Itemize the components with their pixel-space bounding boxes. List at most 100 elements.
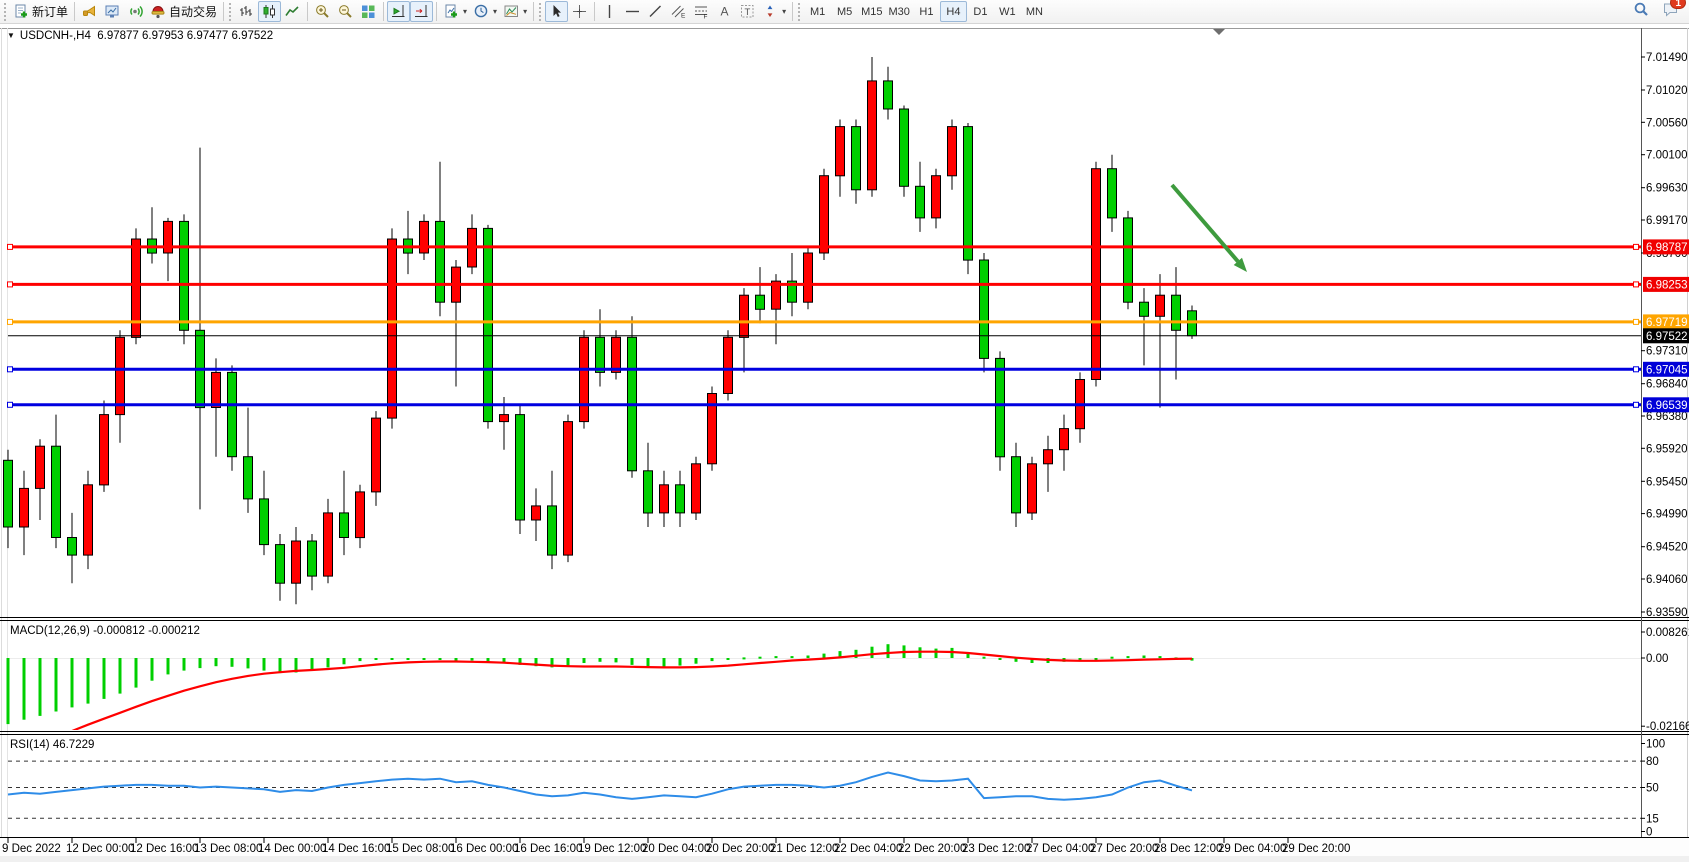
macd-tick-label: -0.02166	[1646, 721, 1689, 733]
timeframe-m1-button[interactable]: M1	[804, 1, 831, 22]
timeframe-w1-button[interactable]: W1	[994, 1, 1021, 22]
search-button[interactable]	[1633, 1, 1650, 23]
price-badge-label: 6.98253	[1646, 279, 1688, 291]
price-tick-label: 6.97310	[1646, 346, 1688, 358]
price-badge-label: 6.98787	[1646, 242, 1688, 254]
toolbar-separator	[792, 2, 793, 21]
fibonacci-tool-button[interactable]: F	[690, 1, 713, 22]
templates-button[interactable]: ▾	[500, 1, 530, 22]
tline-icon	[647, 3, 664, 20]
price-badge-label: 6.97045	[1646, 364, 1688, 376]
hline-handle[interactable]	[8, 367, 13, 372]
time-tick-label: 27 Dec 20:00	[1090, 843, 1158, 855]
time-tick-label: 27 Dec 04:00	[1026, 843, 1094, 855]
chevron-down-icon[interactable]: ▾	[782, 7, 786, 16]
toolbar-separator	[307, 2, 308, 21]
new-order-button-label: 新订单	[32, 3, 68, 20]
text-label-tool-button[interactable]: T	[736, 1, 759, 22]
trendline-tool-button[interactable]	[644, 1, 667, 22]
macd-tick-label: 0.008261	[1646, 627, 1689, 639]
toolbar-separator	[436, 2, 437, 21]
line-chart-mode-button[interactable]	[281, 1, 304, 22]
linechart-icon	[284, 3, 301, 20]
time-tick-label: 9 Dec 2022	[2, 843, 61, 855]
new-order-button[interactable]: 新订单	[10, 1, 71, 22]
signal-icon	[127, 3, 144, 20]
bars-icon	[238, 3, 255, 20]
hline-handle[interactable]	[8, 402, 13, 407]
fibo-icon: F	[693, 3, 710, 20]
hline-handle[interactable]	[8, 319, 13, 324]
time-tick-label: 23 Dec 12:00	[962, 843, 1030, 855]
hline-handle[interactable]	[1634, 402, 1639, 407]
time-tick-label: 19 Dec 12:00	[578, 843, 646, 855]
toolbar-grip[interactable]	[798, 3, 801, 21]
market-watch-button[interactable]	[78, 1, 101, 22]
bar-chart-mode-button[interactable]	[235, 1, 258, 22]
timeframe-mn-button[interactable]: MN	[1021, 1, 1048, 22]
zoom-out-button[interactable]	[334, 1, 357, 22]
cursor-tool-button[interactable]	[545, 1, 568, 22]
price-tick-label: 7.01490	[1646, 52, 1688, 64]
template-icon	[503, 3, 520, 20]
timeframe-m30-button[interactable]: M30	[886, 1, 913, 22]
timeframe-d1-button[interactable]: D1	[967, 1, 994, 22]
hline-handle[interactable]	[8, 282, 13, 287]
candlestick-mode-button[interactable]	[258, 1, 281, 22]
arrows-tool-button[interactable]: ▾	[759, 1, 789, 22]
timeframe-h1-button[interactable]: H1	[913, 1, 940, 22]
symbol-dropdown-icon[interactable]: ▼	[7, 31, 15, 40]
main-toolbar: 新订单 自动交易 ▾ ▾ ▾ EFAT ▾ M1M5M15M30H1H4D1W1MN 1	[0, 0, 1689, 24]
cross-icon	[571, 3, 588, 20]
candles-icon	[261, 3, 278, 20]
rsi-tick-label: 80	[1646, 756, 1659, 768]
price-tick-label: 6.95920	[1646, 443, 1688, 455]
hline-handle[interactable]	[1634, 319, 1639, 324]
rsi-tick-label: 100	[1646, 739, 1665, 751]
autotrading-button[interactable]: 自动交易	[147, 1, 220, 22]
new-chart-button[interactable]: ▾	[440, 1, 470, 22]
hline-handle[interactable]	[1634, 282, 1639, 287]
horizontal-line-tool-button[interactable]	[621, 1, 644, 22]
price-tick-label: 6.93590	[1646, 607, 1688, 619]
chevron-down-icon[interactable]: ▾	[523, 7, 527, 16]
chart-title[interactable]: ▼USDCNH-,H4 6.97877 6.97953 6.97477 6.97…	[7, 30, 273, 42]
community-chart-button[interactable]	[101, 1, 124, 22]
price-tick-label: 6.96840	[1646, 379, 1688, 391]
hline-handle[interactable]	[8, 244, 13, 249]
autotrading-button-label: 自动交易	[169, 3, 217, 20]
chevron-down-icon[interactable]: ▾	[463, 7, 467, 16]
notifications-button[interactable]: 1	[1662, 1, 1679, 23]
toolbar-separator	[594, 2, 595, 21]
timeframe-m5-button[interactable]: M5	[831, 1, 858, 22]
hline-handle[interactable]	[1634, 367, 1639, 372]
hline-handle[interactable]	[1634, 244, 1639, 249]
chevron-down-icon[interactable]: ▾	[493, 7, 497, 16]
autoscroll-icon	[413, 3, 430, 20]
macd-indicator-label: MACD(12,26,9) -0.000812 -0.000212	[10, 625, 200, 637]
auto-scroll-button[interactable]	[410, 1, 433, 22]
chart-shift-button[interactable]	[387, 1, 410, 22]
toolbar-grip[interactable]	[4, 3, 7, 21]
vertical-line-tool-button[interactable]	[598, 1, 621, 22]
signals-button[interactable]	[124, 1, 147, 22]
text-tool-button[interactable]: A	[713, 1, 736, 22]
tile-windows-button[interactable]	[357, 1, 380, 22]
toolbar-grip[interactable]	[229, 3, 232, 21]
toolbar-right-cluster: 1	[1633, 1, 1679, 23]
price-tick-label: 6.95450	[1646, 476, 1688, 488]
profiles-button[interactable]: ▾	[470, 1, 500, 22]
price-tick-label: 6.94060	[1646, 574, 1688, 586]
tiles-icon	[360, 3, 377, 20]
equidistant-channel-tool-button[interactable]: E	[667, 1, 690, 22]
time-tick-label: 12 Dec 00:00	[66, 843, 134, 855]
time-tick-label: 16 Dec 16:00	[514, 843, 582, 855]
zoom-in-button[interactable]	[311, 1, 334, 22]
labelT-icon: T	[739, 3, 756, 20]
timeframe-m15-button[interactable]: M15	[858, 1, 885, 22]
toolbar-separator	[383, 2, 384, 21]
toolbar-grip[interactable]	[539, 3, 542, 21]
timeframe-h4-button[interactable]: H4	[940, 1, 967, 22]
crosshair-tool-button[interactable]	[568, 1, 591, 22]
price-tick-label: 6.94520	[1646, 542, 1688, 554]
